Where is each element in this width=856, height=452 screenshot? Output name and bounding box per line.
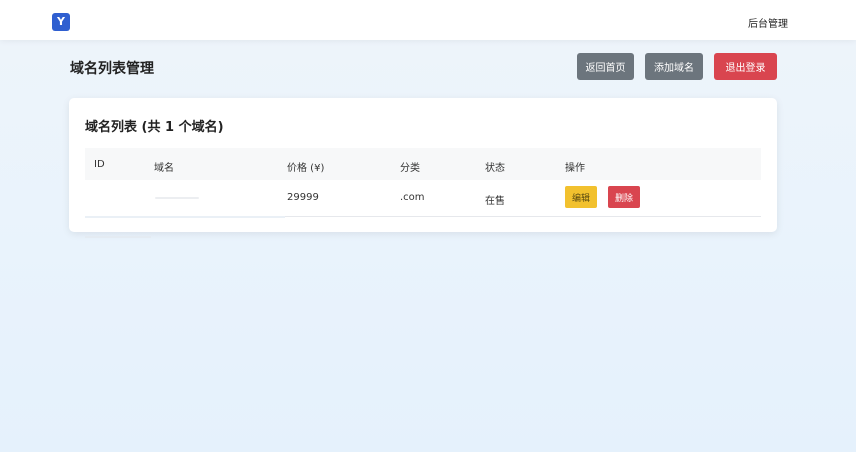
table-header: ID 域名 价格 (¥) 分类 状态 操作 [85,148,761,180]
column-header-category: 分类 [400,163,420,174]
page-title: 域名列表管理 [70,61,154,77]
delete-button[interactable]: 删除 [608,186,640,208]
table-row: 29999 .com 在售 编辑 删除 [85,180,761,216]
edit-button[interactable]: 编辑 [565,186,597,208]
horizontal-scrollbar[interactable] [85,216,285,218]
domain-list-card: 域名列表 (共 1 个域名) ID 域名 价格 (¥) 分类 状态 操作 299… [69,98,777,232]
add-domain-button[interactable]: 添加域名 [645,53,703,80]
column-header-price: 价格 (¥) [287,163,325,174]
top-navbar: Y 后台管理 [0,0,856,40]
column-header-id: ID [94,159,105,170]
card-title: 域名列表 (共 1 个域名) [85,120,224,135]
logo[interactable]: Y [52,13,70,31]
decorative-line [85,236,151,238]
column-header-domain: 域名 [154,163,174,174]
domain-placeholder-bar [155,197,199,199]
admin-link[interactable]: 后台管理 [748,15,788,30]
cell-category: .com [400,192,425,203]
logout-button[interactable]: 退出登录 [714,53,777,80]
column-header-status: 状态 [485,163,505,174]
cell-price: 29999 [287,192,319,203]
column-header-actions: 操作 [565,163,585,174]
back-home-button[interactable]: 返回首页 [577,53,634,80]
cell-status: 在售 [485,196,505,207]
